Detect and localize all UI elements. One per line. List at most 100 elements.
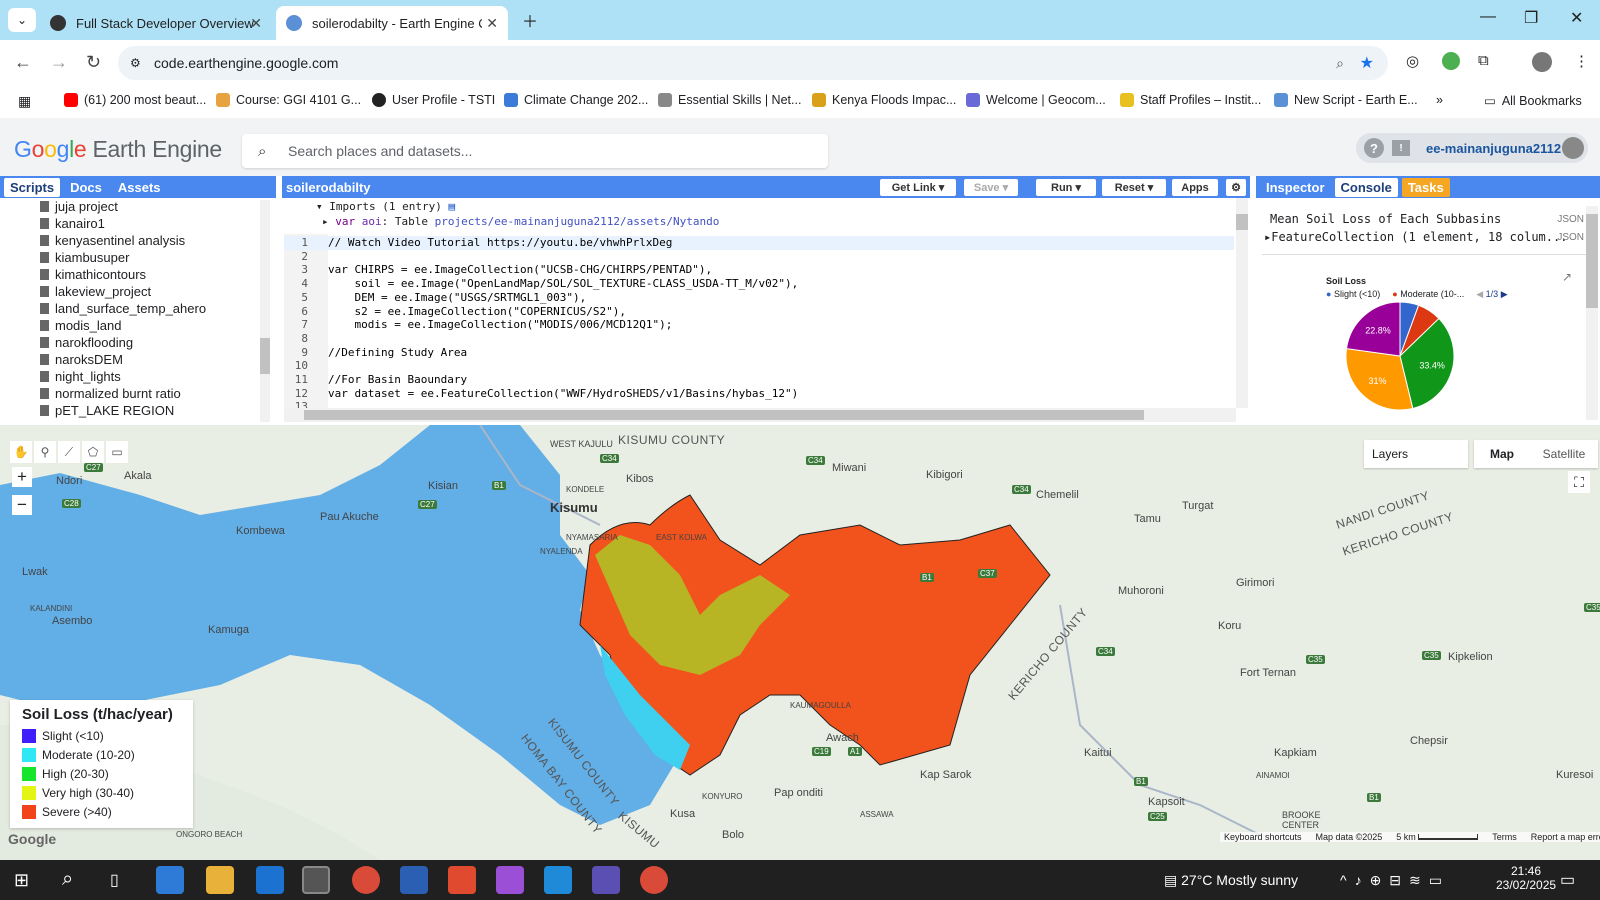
chrome-icon[interactable] [640, 866, 668, 894]
url-bar[interactable]: ⚙ code.earthengine.google.com ⌕ ★ [118, 46, 1388, 80]
terms-link[interactable]: Terms [1492, 832, 1517, 842]
back-icon[interactable]: ← [14, 52, 32, 73]
tab-search-icon[interactable]: ⌄ [8, 8, 36, 32]
map-view[interactable]: KISUMU COUNTY WEST KAJULU Kisumu Kibos K… [0, 425, 1600, 860]
draw-polygon-icon[interactable]: ⬠ [82, 441, 104, 463]
save-button[interactable]: Save ▾ [964, 179, 1018, 196]
console-scrollbar[interactable] [1586, 206, 1598, 420]
script-item[interactable]: naroksDEM [0, 351, 272, 368]
code-line[interactable]: 12 var dataset = ee.FeatureCollection("WW… [284, 387, 798, 401]
code-line[interactable]: 4 soil = ee.Image("OpenLandMap/SOL/SOL_T… [284, 277, 798, 291]
code-line[interactable]: 5 DEM = ee.Image("USGS/SRTMGL1_003"), [284, 291, 586, 305]
extension-earth-icon[interactable] [1442, 52, 1460, 70]
settings-gear-icon[interactable]: ⚙ [1226, 179, 1246, 196]
get-link-button[interactable]: Get Link ▾ [880, 179, 956, 196]
bookmark-item[interactable]: Course: GGI 4101 G... [216, 93, 361, 107]
close-tab-icon[interactable]: ✕ [486, 15, 498, 32]
tab-scripts[interactable]: Scripts [4, 177, 61, 197]
marker-pin-icon[interactable]: ⚲ [34, 441, 56, 463]
script-item[interactable]: normalized burnt ratio [0, 385, 272, 402]
bookmark-item[interactable]: Climate Change 202... [504, 93, 648, 107]
maximize-icon[interactable]: ❐ [1524, 8, 1538, 28]
run-button[interactable]: Run ▾ [1036, 179, 1096, 196]
script-item[interactable]: lakeview_project [0, 283, 272, 300]
report-error-link[interactable]: Report a map error [1531, 832, 1600, 842]
copilot-icon[interactable] [496, 866, 524, 894]
notifications-icon[interactable]: ▭ [1560, 870, 1575, 890]
forward-icon[interactable]: → [50, 52, 68, 73]
code-line[interactable]: 7 modis = ee.ImageCollection("MODIS/006/… [284, 318, 672, 332]
chrome-icon[interactable] [352, 866, 380, 894]
search-icon[interactable]: ⌕ [62, 868, 73, 891]
profile-avatar[interactable] [1532, 52, 1552, 72]
vscode-icon[interactable] [544, 866, 572, 894]
code-line[interactable]: 3 var CHIRPS = ee.ImageCollection("UCSB-C… [284, 263, 712, 277]
scripts-scrollbar[interactable] [260, 200, 270, 422]
tab-console[interactable]: Console [1334, 177, 1398, 197]
editor-vscrollbar[interactable] [1236, 198, 1248, 408]
bookmark-item[interactable]: Kenya Floods Impac... [812, 93, 956, 107]
apps-button[interactable]: Apps [1172, 179, 1218, 196]
user-avatar[interactable] [1562, 137, 1584, 159]
layers-dropdown[interactable]: Layers [1364, 440, 1468, 468]
script-item[interactable]: night_lights [0, 368, 272, 385]
popout-icon[interactable]: ↗ [1562, 270, 1572, 284]
script-item[interactable]: pET_LAKE REGION [0, 402, 272, 419]
close-window-icon[interactable]: ✕ [1570, 8, 1583, 28]
wps-icon[interactable] [448, 866, 476, 894]
file-explorer-icon[interactable] [206, 866, 234, 894]
fullscreen-icon[interactable]: ⛶ [1568, 471, 1590, 493]
feedback-icon[interactable]: ! [1392, 140, 1410, 156]
user-account[interactable]: ? ! ee-mainanjuguna2112 [1356, 133, 1588, 163]
help-icon[interactable]: ? [1364, 138, 1384, 158]
bookmark-item[interactable]: Essential Skills | Net... [658, 93, 801, 107]
script-item[interactable]: modis_land [0, 317, 272, 334]
script-item[interactable]: kenyasentinel analysis [0, 232, 272, 249]
feature-collection-row[interactable]: ▸FeatureCollection (1 element, 18 colum.… [1264, 230, 1567, 244]
draw-rectangle-icon[interactable]: ▭ [106, 441, 128, 463]
task-view-icon[interactable]: ▯ [110, 870, 119, 890]
arcgis-icon[interactable] [592, 866, 620, 894]
bookmark-item[interactable]: New Script - Earth E... [1274, 93, 1418, 107]
script-item[interactable]: narokflooding [0, 334, 272, 351]
map-button[interactable]: Map [1474, 447, 1530, 461]
editor-hscrollbar[interactable] [284, 408, 1236, 422]
reset-button[interactable]: Reset ▾ [1102, 179, 1166, 196]
code-line[interactable]: 9//Defining Study Area [284, 346, 467, 360]
tab-earth-engine[interactable]: soilerodabilty - Earth Engine Co ✕ [276, 6, 508, 40]
tab-full-stack[interactable]: Full Stack Developer Overview ✕ [40, 6, 272, 40]
tab-inspector[interactable]: Inspector [1260, 178, 1331, 197]
minimize-icon[interactable]: — [1480, 8, 1496, 26]
menu-icon[interactable]: ⋮ [1574, 52, 1589, 70]
script-item[interactable]: juja project [0, 198, 272, 215]
clock[interactable]: 21:46 23/02/2025 [1496, 864, 1556, 892]
bookmark-item[interactable]: User Profile - TSTI [372, 93, 495, 107]
code-line[interactable]: 1// Watch Video Tutorial https://youtu.b… [284, 236, 1234, 250]
code-line[interactable]: 11//For Basin Baoundary [284, 373, 467, 387]
bookmark-item[interactable]: Welcome | Geocom... [966, 93, 1106, 107]
word-icon[interactable] [400, 866, 428, 894]
apps-grid-icon[interactable]: ▦ [18, 93, 31, 110]
json-link[interactable]: JSON [1557, 214, 1584, 225]
tab-docs[interactable]: Docs [64, 178, 108, 197]
close-tab-icon[interactable]: ✕ [250, 15, 262, 32]
reload-icon[interactable]: ↻ [86, 52, 101, 73]
tab-tasks[interactable]: Tasks [1401, 177, 1450, 197]
all-bookmarks[interactable]: ▭ All Bookmarks [1484, 93, 1582, 109]
extension-icon[interactable]: ◎ [1406, 52, 1419, 70]
new-tab-button[interactable]: ＋ [522, 8, 538, 32]
chrome-icon[interactable] [302, 866, 330, 894]
satellite-button[interactable]: Satellite [1530, 447, 1598, 461]
script-item[interactable]: kanairo1 [0, 215, 272, 232]
zoom-out-button[interactable]: − [12, 495, 32, 515]
site-info-icon[interactable]: ⚙ [130, 56, 141, 70]
bookmark-item[interactable]: (61) 200 most beaut... [64, 93, 206, 107]
store-icon[interactable] [156, 866, 184, 894]
zoom-in-button[interactable]: + [12, 467, 32, 487]
tab-assets[interactable]: Assets [112, 178, 167, 197]
mail-icon[interactable] [256, 866, 284, 894]
system-tray[interactable]: ^♪⊕⊟≋▭ [1340, 872, 1450, 889]
windows-start-icon[interactable]: ⊞ [14, 870, 29, 891]
code-editor[interactable]: ▾ Imports (1 entry) ▤ ▸ var aoi: Table p… [284, 198, 1248, 422]
keyboard-shortcuts-link[interactable]: Keyboard shortcuts [1224, 832, 1302, 842]
